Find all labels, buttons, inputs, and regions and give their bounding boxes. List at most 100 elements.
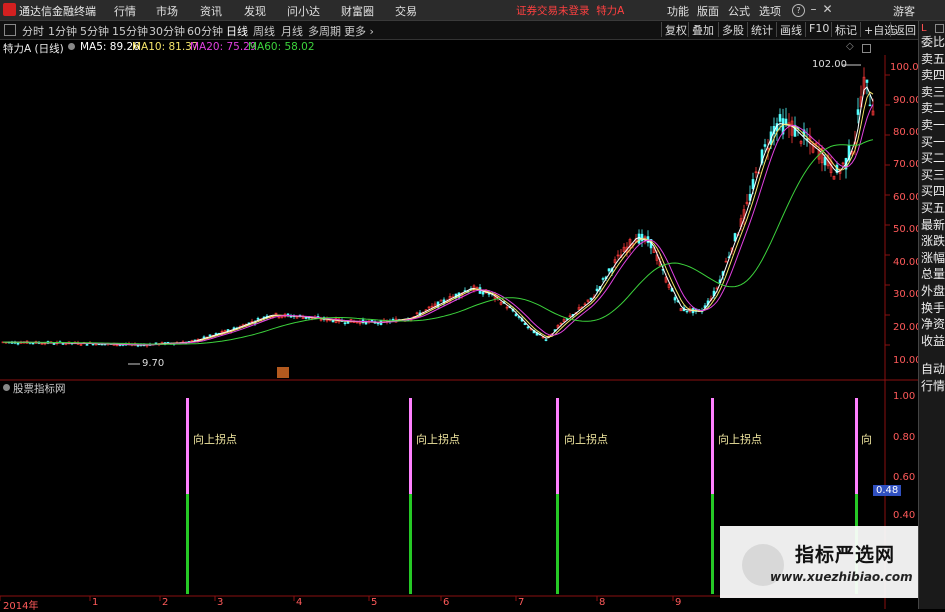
candle-body xyxy=(481,291,485,295)
side-item[interactable]: 买二 xyxy=(921,151,945,165)
menu-formula[interactable]: 公式 xyxy=(728,3,750,19)
side-item[interactable]: 买一 xyxy=(921,135,945,149)
statistics-button[interactable]: 统计 xyxy=(747,22,776,37)
period-weekly[interactable]: 周线 xyxy=(253,23,275,39)
period-monthly[interactable]: 月线 xyxy=(281,23,303,39)
event-marker-icon[interactable] xyxy=(277,367,289,378)
signal-label: 向上拐点 xyxy=(718,433,762,446)
period-multi[interactable]: 多周期 xyxy=(308,23,341,39)
indicator-y-tick: 0.40 xyxy=(893,510,916,521)
x-label: 1 xyxy=(92,597,99,608)
back-button[interactable]: 返回 xyxy=(890,22,919,37)
indicator-title[interactable]: 股票指标网 xyxy=(13,381,66,396)
side-collapse-icon[interactable] xyxy=(935,24,944,33)
mark-button[interactable]: 标记 xyxy=(831,22,860,37)
menu-discover[interactable]: 发现 xyxy=(244,3,266,19)
side-item[interactable]: 外盘 xyxy=(921,284,945,298)
menu-market[interactable]: 市场 xyxy=(156,3,178,19)
collapse-icon[interactable] xyxy=(862,44,871,53)
menu-trade[interactable]: 交易 xyxy=(395,3,417,19)
menu-layout[interactable]: 版面 xyxy=(697,3,719,19)
period-more[interactable]: 更多 › xyxy=(344,23,374,39)
login-notice[interactable]: 证券交易未登录 特力A xyxy=(516,3,624,18)
side-panel-menu: L 委比卖五卖四卖三卖二卖一买一买二买三买四买五最新涨跌涨幅总量外盘换手净资收益… xyxy=(918,21,945,609)
side-item[interactable]: 买四 xyxy=(921,184,945,198)
side-item[interactable]: 最新 xyxy=(921,218,945,232)
side-item[interactable]: 换手 xyxy=(921,301,945,315)
period-daily[interactable]: 日线 xyxy=(226,23,248,39)
side-item[interactable]: 买三 xyxy=(921,168,945,182)
ma5-value: MA5: 89.26 xyxy=(80,41,140,53)
menu-options[interactable]: 选项 xyxy=(759,3,781,19)
indicator-settings-icon[interactable] xyxy=(3,384,10,391)
help-icon[interactable]: ? xyxy=(792,4,805,17)
menu-guest[interactable]: 游客 xyxy=(893,3,915,19)
candle-body xyxy=(778,114,782,122)
signal-bar-top xyxy=(855,398,858,494)
ma60-value: MA60: 58.02 xyxy=(248,41,315,53)
settings-dot-icon[interactable] xyxy=(68,43,75,50)
side-item[interactable]: 卖五 xyxy=(921,52,945,66)
multi-stock-button[interactable]: 多股 xyxy=(718,22,747,37)
candle-body xyxy=(601,278,605,280)
candle-body xyxy=(202,336,206,339)
menu-quotes[interactable]: 行情 xyxy=(114,3,136,19)
side-item[interactable]: 净资 xyxy=(921,317,945,331)
menu-wealth[interactable]: 财富圈 xyxy=(341,3,374,19)
side-item[interactable]: 涨跌 xyxy=(921,234,945,248)
candle-body xyxy=(208,334,212,337)
period-1min[interactable]: 1分钟 xyxy=(48,23,77,39)
overlay-button[interactable]: 叠加 xyxy=(688,22,717,37)
ma10-line xyxy=(2,91,874,346)
side-item[interactable]: 买五 xyxy=(921,201,945,215)
side-item[interactable]: 卖二 xyxy=(921,101,945,115)
signal-bar-top xyxy=(409,398,412,494)
candle-body xyxy=(784,118,788,125)
draw-line-button[interactable]: 画线 xyxy=(776,22,805,37)
side-item[interactable]: 总量 xyxy=(921,267,945,281)
side-item[interactable]: 自动 xyxy=(921,362,945,376)
adjust-button[interactable]: 复权 xyxy=(661,22,690,37)
side-item[interactable]: 收益 xyxy=(921,334,945,348)
menu-functions[interactable]: 功能 xyxy=(667,3,689,19)
candle-body xyxy=(256,318,260,320)
side-item[interactable]: 卖三 xyxy=(921,85,945,99)
x-label: 4 xyxy=(296,597,303,608)
candle-body xyxy=(673,297,677,301)
period-15min[interactable]: 15分钟 xyxy=(112,23,148,39)
ma20-value: MA20: 75.29 xyxy=(190,41,257,53)
period-30min[interactable]: 30分钟 xyxy=(149,23,185,39)
candle-body xyxy=(85,344,89,346)
candle-body xyxy=(391,318,395,321)
x-label: 5 xyxy=(371,597,378,608)
candle-body xyxy=(607,268,611,272)
close-icon[interactable]: ✕ xyxy=(822,3,833,15)
candle-body xyxy=(589,297,593,300)
menu-news[interactable]: 资讯 xyxy=(200,3,222,19)
period-60min[interactable]: 60分钟 xyxy=(187,23,223,39)
indicator-y-tick: 0.60 xyxy=(893,472,916,483)
side-item[interactable]: 涨幅 xyxy=(921,251,945,265)
indicator-y-tick: 1.00 xyxy=(893,391,916,402)
period-5min[interactable]: 5分钟 xyxy=(80,23,109,39)
signal-bar-top xyxy=(556,398,559,494)
candle-body xyxy=(640,233,644,242)
diamond-icon[interactable]: ◇ xyxy=(846,41,854,52)
x-label: 8 xyxy=(599,597,606,608)
side-item[interactable]: 委比 xyxy=(921,35,945,49)
candle-body xyxy=(304,317,308,319)
minimize-icon[interactable]: – xyxy=(808,3,819,15)
side-l-label: L xyxy=(921,23,927,34)
side-item[interactable]: 行情 xyxy=(921,379,945,393)
period-intraday[interactable]: 分时 xyxy=(22,23,44,39)
app-logo-icon xyxy=(3,3,16,16)
f10-button[interactable]: F10 xyxy=(805,22,832,37)
menu-bar: 通达信金融终端 行情 市场 资讯 发现 问小达 财富圈 交易 证券交易未登录 特… xyxy=(0,0,945,21)
side-item[interactable]: 卖一 xyxy=(921,118,945,132)
menu-toggle-icon[interactable] xyxy=(4,24,16,36)
candle-body xyxy=(52,343,56,345)
candle-body xyxy=(865,79,869,83)
signal-bar-bottom xyxy=(186,494,189,594)
menu-ask[interactable]: 问小达 xyxy=(287,3,320,19)
side-item[interactable]: 卖四 xyxy=(921,68,945,82)
